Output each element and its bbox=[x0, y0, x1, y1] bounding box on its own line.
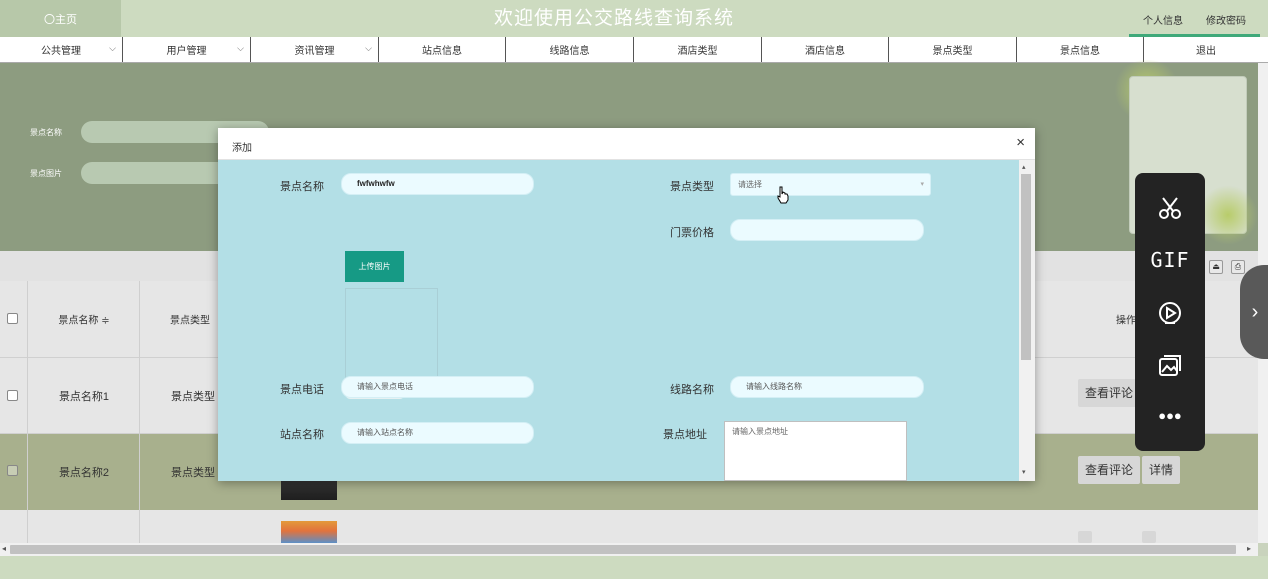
search-name-label: 景点名称 bbox=[30, 128, 62, 137]
user-icon[interactable]: ⏏ bbox=[1209, 260, 1223, 274]
nav-label: 酒店信息 bbox=[805, 46, 845, 57]
chevron-down-icon: ▾ bbox=[920, 181, 924, 188]
phone-label: 景点电话 bbox=[280, 384, 324, 396]
profile-link[interactable]: 个人信息 bbox=[1143, 12, 1183, 27]
table-row bbox=[0, 510, 1258, 543]
column-divider bbox=[139, 281, 140, 543]
record-icon[interactable] bbox=[1135, 300, 1205, 329]
decor-glow bbox=[1198, 185, 1258, 245]
route-label: 线路名称 bbox=[670, 384, 714, 396]
nav-hotel-info[interactable]: 酒店信息 bbox=[762, 37, 889, 62]
column-divider bbox=[27, 281, 28, 543]
home-tab[interactable]: 〇主页 bbox=[0, 0, 121, 37]
site-title: 欢迎使用公交路线查询系统 bbox=[493, 8, 734, 29]
chevron-down-icon: ⌵ bbox=[365, 43, 372, 53]
details-button[interactable] bbox=[1142, 531, 1156, 543]
change-password-link[interactable]: 修改密码 bbox=[1206, 12, 1246, 27]
horizontal-scrollbar-thumb[interactable] bbox=[10, 545, 1236, 554]
view-comments-button[interactable]: 查看评论 bbox=[1078, 456, 1141, 484]
type-select[interactable]: 请选择 ▾ bbox=[730, 173, 931, 196]
image-icon[interactable] bbox=[1135, 353, 1205, 382]
nav-label: 站点信息 bbox=[422, 46, 462, 57]
address-label: 景点地址 bbox=[663, 429, 707, 441]
details-button[interactable]: 详情 bbox=[1142, 456, 1181, 484]
route-input[interactable]: 请输入线路名称 bbox=[730, 376, 924, 398]
nav-label: 资讯管理 bbox=[294, 46, 335, 57]
row-checkbox[interactable] bbox=[7, 390, 18, 401]
image-preview bbox=[345, 288, 438, 382]
scroll-down-icon[interactable]: ▾ bbox=[1022, 468, 1026, 476]
nav-route-info[interactable]: 线路信息 bbox=[506, 37, 634, 62]
select-all-checkbox[interactable] bbox=[7, 313, 18, 324]
nav-user-management[interactable]: 用户管理 ⌵ bbox=[123, 37, 251, 62]
chevron-down-icon: ⌵ bbox=[109, 43, 116, 53]
print-icon[interactable]: ⎙ bbox=[1231, 260, 1245, 274]
name-label: 景点名称 bbox=[280, 181, 324, 193]
attraction-thumbnail bbox=[281, 521, 337, 543]
view-comments-button[interactable]: 查看评论 bbox=[1078, 379, 1141, 407]
dialog-title: 添加 bbox=[232, 143, 252, 154]
footer bbox=[0, 556, 1268, 579]
dialog-form: 景点名称 fwfwhwfw 景点类型 请选择 ▾ 上传图片 门票价格 景点电话 请… bbox=[218, 160, 1035, 481]
scroll-up-icon[interactable]: ▴ bbox=[1022, 163, 1026, 171]
nav-label: 线路信息 bbox=[549, 46, 590, 57]
name-input[interactable]: fwfwhwfw bbox=[341, 173, 534, 195]
main-nav: 公共管理 ⌵ 用户管理 ⌵ 资讯管理 ⌵ 站点信息 线路信息 酒店类型 酒店信息 景点… bbox=[0, 37, 1268, 63]
row-name: 景点名称1 bbox=[58, 391, 110, 403]
nav-attraction-info[interactable]: 景点信息 bbox=[1017, 37, 1144, 62]
price-input[interactable] bbox=[730, 219, 924, 241]
nav-label: 用户管理 bbox=[166, 46, 207, 57]
dialog-header: 添加 × bbox=[218, 128, 1035, 160]
nav-label: 酒店类型 bbox=[677, 46, 718, 57]
scroll-left-icon[interactable]: ◂ bbox=[2, 544, 6, 553]
price-label: 门票价格 bbox=[670, 227, 714, 239]
row-checkbox[interactable] bbox=[7, 465, 18, 476]
row-type: 景点类型 bbox=[171, 467, 215, 479]
more-icon[interactable]: ●●● bbox=[1135, 408, 1205, 423]
gif-icon[interactable]: GIF bbox=[1135, 248, 1205, 272]
nav-label: 景点类型 bbox=[932, 46, 973, 57]
nav-attraction-type[interactable]: 景点类型 bbox=[889, 37, 1017, 62]
phone-input[interactable]: 请输入景点电话 bbox=[341, 376, 534, 398]
nav-station-info[interactable]: 站点信息 bbox=[379, 37, 506, 62]
nav-news-management[interactable]: 资讯管理 ⌵ bbox=[251, 37, 379, 62]
type-label: 景点类型 bbox=[670, 181, 714, 193]
dialog-scrollbar-thumb[interactable] bbox=[1021, 174, 1031, 360]
hand-cursor-icon bbox=[777, 186, 789, 207]
nav-label: 景点信息 bbox=[1060, 46, 1100, 57]
nav-label: 退出 bbox=[1196, 46, 1216, 57]
view-comments-button[interactable] bbox=[1078, 531, 1092, 543]
expand-chevron-icon[interactable]: › bbox=[1240, 265, 1268, 359]
scroll-right-icon[interactable]: ▸ bbox=[1247, 544, 1251, 553]
nav-public-management[interactable]: 公共管理 ⌵ bbox=[0, 37, 123, 62]
chevron-down-icon: ⌵ bbox=[237, 43, 244, 53]
type-select-placeholder: 请选择 bbox=[738, 180, 762, 189]
close-icon[interactable]: × bbox=[1016, 135, 1025, 151]
address-textarea[interactable]: 请输入景点地址 bbox=[724, 421, 907, 481]
row-name: 景点名称2 bbox=[58, 467, 110, 479]
column-header-type: 景点类型 bbox=[170, 315, 210, 327]
scissors-icon[interactable] bbox=[1135, 195, 1205, 224]
station-label: 站点名称 bbox=[280, 429, 324, 441]
row-type: 景点类型 bbox=[171, 391, 215, 403]
upload-image-button[interactable]: 上传图片 bbox=[345, 251, 404, 282]
station-input[interactable]: 请输入站点名称 bbox=[341, 422, 534, 444]
column-header-name[interactable]: 景点名称 ≑ bbox=[58, 312, 109, 327]
screenshot-toolbar: GIF ●●● bbox=[1135, 173, 1205, 451]
column-header-ops: 操作 bbox=[1116, 315, 1136, 327]
nav-hotel-type[interactable]: 酒店类型 bbox=[634, 37, 762, 62]
add-dialog: 添加 × 景点名称 fwfwhwfw 景点类型 请选择 ▾ 上传图片 门票价格 景… bbox=[218, 128, 1035, 481]
nav-label: 公共管理 bbox=[41, 46, 81, 57]
nav-logout[interactable]: 退出 bbox=[1144, 37, 1268, 62]
search-image-label: 景点图片 bbox=[30, 169, 62, 178]
